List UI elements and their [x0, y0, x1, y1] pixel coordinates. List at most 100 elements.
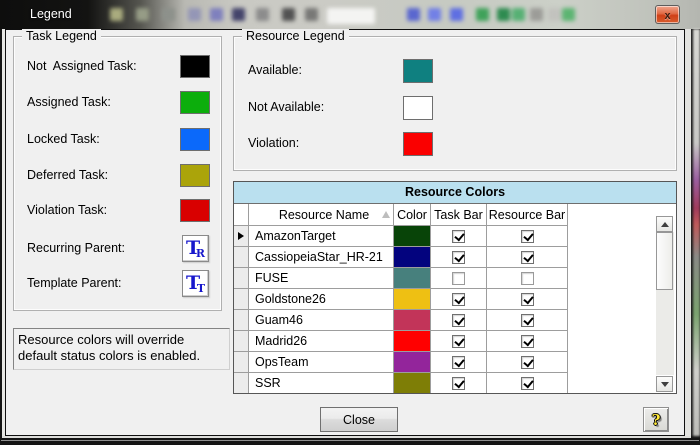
resource-bar-cell[interactable]	[487, 226, 568, 247]
resource-bar-checkbox[interactable]	[521, 314, 534, 327]
task-bar-checkbox[interactable]	[452, 251, 465, 264]
row-selector[interactable]	[234, 373, 249, 394]
blurred-toolbar-icon	[562, 8, 575, 21]
close-window-button[interactable]: x	[655, 5, 680, 24]
task-bar-cell[interactable]	[431, 310, 487, 331]
resource-name-cell[interactable]: AmazonTarget	[249, 226, 394, 247]
task-bar-checkbox[interactable]	[452, 272, 465, 285]
blurred-toolbar-icon	[232, 8, 245, 21]
table-row[interactable]: Guam46	[234, 310, 676, 331]
current-row-arrow-icon	[238, 232, 244, 240]
blurred-toolbar-icon	[188, 8, 201, 21]
resource-bar-checkbox[interactable]	[521, 230, 534, 243]
column-header-resource-name[interactable]: Resource Name	[249, 204, 394, 226]
column-header-resource-bar[interactable]: Resource Bar	[487, 204, 568, 226]
resource-name-cell[interactable]: Guam46	[249, 310, 394, 331]
task-bar-cell[interactable]	[431, 373, 487, 394]
task-bar-cell[interactable]	[431, 352, 487, 373]
table-row[interactable]: Goldstone26	[234, 289, 676, 310]
task-bar-checkbox[interactable]	[452, 230, 465, 243]
task-legend-group: Task Legend Not Assigned Task: Assigned …	[13, 36, 222, 311]
blurred-toolbar-icon	[548, 8, 561, 21]
table-row[interactable]: SSR	[234, 373, 676, 394]
color-swatch	[180, 55, 210, 78]
resource-name-cell[interactable]: Madrid26	[249, 331, 394, 352]
vertical-scrollbar[interactable]	[655, 204, 675, 393]
legend-item-deferred: Deferred Task:	[14, 164, 221, 190]
help-button[interactable]: ?	[643, 407, 669, 432]
color-cell[interactable]	[394, 289, 431, 310]
task-bar-cell[interactable]	[431, 268, 487, 289]
task-bar-checkbox[interactable]	[452, 377, 465, 390]
legend-item-assigned: Assigned Task:	[14, 91, 221, 117]
color-cell[interactable]	[394, 373, 431, 394]
column-header-label: Task Bar	[434, 208, 483, 222]
icon-subletter: T	[197, 282, 205, 295]
color-cell[interactable]	[394, 310, 431, 331]
task-bar-cell[interactable]	[431, 289, 487, 310]
resource-color-swatch	[394, 352, 430, 372]
resource-bar-cell[interactable]	[487, 352, 568, 373]
table-row[interactable]: CassiopeiaStar_HR-21	[234, 247, 676, 268]
row-selector[interactable]	[234, 352, 249, 373]
table-title: Resource Colors	[234, 182, 676, 204]
color-cell[interactable]	[394, 226, 431, 247]
resource-bar-cell[interactable]	[487, 373, 568, 394]
task-bar-cell[interactable]	[431, 226, 487, 247]
color-cell[interactable]	[394, 352, 431, 373]
color-cell[interactable]	[394, 247, 431, 268]
legend-item-label: Available:	[248, 63, 302, 77]
task-bar-checkbox[interactable]	[452, 314, 465, 327]
resource-bar-cell[interactable]	[487, 247, 568, 268]
titlebar[interactable]: Legend x	[0, 0, 700, 29]
color-cell[interactable]	[394, 331, 431, 352]
resource-bar-checkbox[interactable]	[521, 335, 534, 348]
legend-item-label: Template Parent:	[27, 276, 122, 290]
scroll-up-button[interactable]	[656, 216, 673, 232]
resource-name-cell[interactable]: FUSE	[249, 268, 394, 289]
resource-name-cell[interactable]: Goldstone26	[249, 289, 394, 310]
blurred-toolbar-icon	[428, 8, 441, 21]
resource-bar-checkbox[interactable]	[521, 356, 534, 369]
row-selector[interactable]	[234, 268, 249, 289]
row-selector[interactable]	[234, 331, 249, 352]
task-bar-checkbox[interactable]	[452, 335, 465, 348]
resource-legend-group: Resource Legend Available: Not Available…	[233, 36, 677, 171]
scrollbar-thumb[interactable]	[656, 232, 673, 290]
task-bar-checkbox[interactable]	[452, 356, 465, 369]
table-header-row: Resource Name Color Task Bar Resource Ba…	[234, 204, 676, 226]
row-selector[interactable]	[234, 226, 249, 247]
resource-name-cell[interactable]: OpsTeam	[249, 352, 394, 373]
resource-name-cell[interactable]: SSR	[249, 373, 394, 394]
close-button[interactable]: Close	[320, 407, 398, 432]
legend-item-not-assigned: Not Assigned Task:	[14, 55, 221, 81]
legend-item-available: Available:	[234, 59, 676, 85]
resource-bar-checkbox[interactable]	[521, 251, 534, 264]
task-bar-cell[interactable]	[431, 247, 487, 268]
resource-bar-cell[interactable]	[487, 289, 568, 310]
table-row[interactable]: AmazonTarget	[234, 226, 676, 247]
scroll-down-button[interactable]	[656, 376, 673, 392]
row-selector[interactable]	[234, 310, 249, 331]
resource-bar-cell[interactable]	[487, 268, 568, 289]
resource-bar-checkbox[interactable]	[521, 272, 534, 285]
row-selector[interactable]	[234, 247, 249, 268]
resource-bar-checkbox[interactable]	[521, 293, 534, 306]
resource-color-swatch	[394, 310, 430, 330]
resource-name-cell[interactable]: CassiopeiaStar_HR-21	[249, 247, 394, 268]
table-row[interactable]: Madrid26	[234, 331, 676, 352]
resource-color-swatch	[394, 289, 430, 309]
resource-bar-cell[interactable]	[487, 331, 568, 352]
table-row[interactable]: OpsTeam	[234, 352, 676, 373]
resource-bar-checkbox[interactable]	[521, 377, 534, 390]
task-bar-checkbox[interactable]	[452, 293, 465, 306]
resource-bar-cell[interactable]	[487, 310, 568, 331]
task-legend-title: Task Legend	[22, 29, 101, 43]
table-row[interactable]: FUSE	[234, 268, 676, 289]
task-bar-cell[interactable]	[431, 331, 487, 352]
column-header-task-bar[interactable]: Task Bar	[431, 204, 487, 226]
color-cell[interactable]	[394, 268, 431, 289]
column-header-color[interactable]: Color	[394, 204, 431, 226]
row-selector-header	[234, 204, 249, 226]
row-selector[interactable]	[234, 289, 249, 310]
